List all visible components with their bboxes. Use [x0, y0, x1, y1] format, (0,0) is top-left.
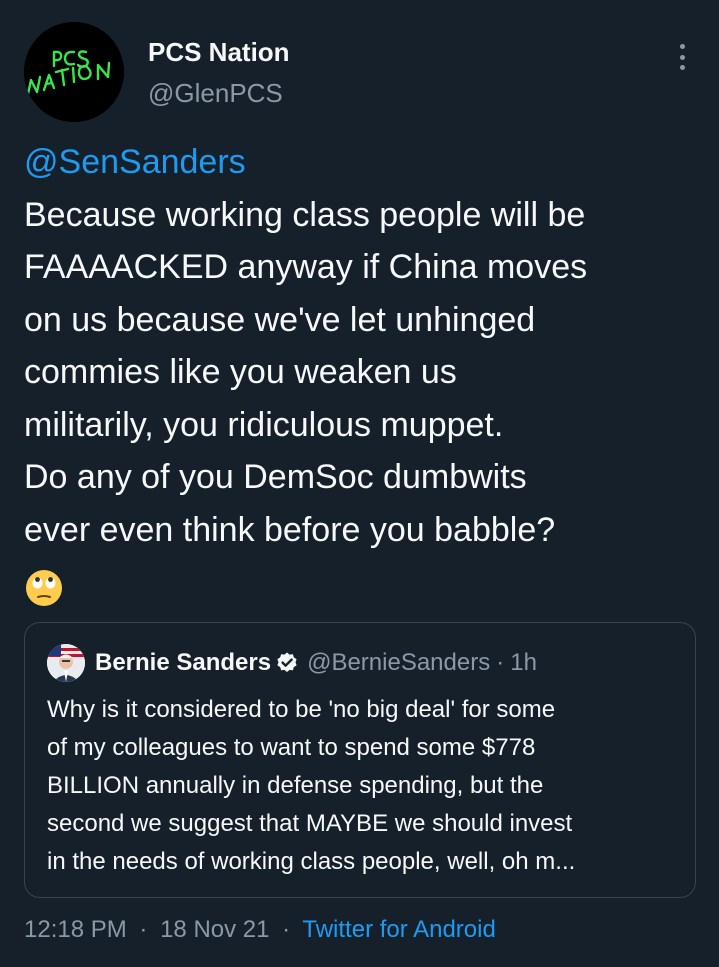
quoted-tweet[interactable]: Bernie Sanders @BernieSanders · 1h Why i… [24, 622, 696, 898]
quoted-display-name[interactable]: Bernie Sanders [95, 649, 271, 677]
author-avatar[interactable] [24, 22, 124, 122]
mention-link[interactable]: @SenSanders [24, 136, 704, 189]
quoted-line: Why is it considered to be 'no big deal'… [47, 696, 556, 723]
tweet-line: ever even think before you babble? [24, 510, 556, 549]
tweet: PCS Nation @GlenPCS @SenSanders Because … [0, 0, 719, 967]
quoted-line: in the needs of working class people, we… [47, 848, 576, 875]
tweet-text: @SenSanders Because working class people… [24, 136, 704, 609]
quoted-text: Why is it considered to be 'no big deal'… [47, 691, 687, 881]
quoted-line: of my colleagues to want to spend some $… [47, 734, 536, 761]
meta-separator: · [282, 916, 291, 943]
tweet-line: Because working class people will be [24, 195, 586, 234]
quoted-handle[interactable]: @BernieSanders [307, 649, 490, 677]
tweet-line: Do any of you DemSoc dumbwits [24, 458, 527, 496]
meta-separator: · [139, 916, 148, 943]
tweet-line: on us because we've let unhinged [24, 300, 536, 339]
tweet-line: commies like you weaken us [24, 353, 457, 391]
author-names: PCS Nation @GlenPCS [148, 36, 290, 110]
tweet-time[interactable]: 12:18 PM [24, 916, 127, 943]
tweet-source-link[interactable]: Twitter for Android [302, 916, 495, 943]
quoted-line: second we suggest that MAYBE we should i… [47, 810, 573, 837]
quoted-line: BILLION annually in defense spending, bu… [47, 772, 544, 799]
quoted-separator: · [496, 649, 505, 676]
more-vertical-icon[interactable] [669, 40, 695, 74]
tweet-line: FAAAACKED anyway if China moves [24, 248, 588, 286]
avatar-logo [24, 22, 124, 122]
more-dot [679, 65, 685, 70]
author-handle[interactable]: @GlenPCS [148, 76, 290, 110]
verified-badge-icon [277, 652, 297, 672]
quoted-time[interactable]: 1h [510, 649, 537, 677]
more-dot [679, 54, 685, 60]
tweet-header: PCS Nation @GlenPCS [24, 22, 695, 124]
tweet-line: militarily, you ridiculous muppet. [24, 405, 504, 444]
quoted-tweet-header: Bernie Sanders @BernieSanders · 1h [47, 643, 537, 683]
author-display-name[interactable]: PCS Nation [148, 36, 290, 68]
more-dot [679, 44, 685, 49]
tweet-date[interactable]: 18 Nov 21 [160, 916, 269, 943]
quoted-avatar [47, 644, 85, 682]
tweet-meta: 12:18 PM · 18 Nov 21 · Twitter for Andro… [24, 912, 496, 948]
rolling-eyes-emoji-icon [26, 570, 62, 607]
